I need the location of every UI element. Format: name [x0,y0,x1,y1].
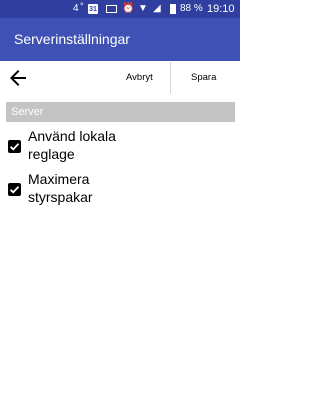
action-toolbar: Avbryt Spara [0,61,240,97]
app-bar: Serverinställningar [0,18,240,61]
signal-icon: ◢ [153,3,161,14]
save-button[interactable]: Spara [191,61,216,97]
battery-icon [170,4,176,14]
back-button[interactable] [6,66,30,90]
option-label: Maximera styrspakar [28,170,228,206]
section-header-server: Server [6,102,235,122]
mail-icon [106,5,117,13]
page-title: Serverinställningar [14,31,130,47]
option-use-local-controls[interactable]: Använd lokala reglage [8,127,233,167]
option-label-line2: reglage [28,146,75,162]
checkmark-icon [9,143,20,151]
option-maximize-joysticks[interactable]: Maximera styrspakar [8,170,233,210]
wifi-icon: ▼ [138,3,148,14]
network-type-icon: ° [80,1,84,11]
checkbox-use-local-controls[interactable] [8,140,21,153]
status-bar: 4 ° 31 ⏰ ▼ ◢ 88 % 19:10 [0,0,240,18]
option-label-line2: styrspakar [28,189,93,205]
alarm-icon: ⏰ [122,3,135,14]
clock: 19:10 [207,3,235,15]
checkmark-icon [9,186,20,194]
network-indicator: 4 [73,3,79,14]
option-label-line1: Använd lokala [28,128,116,144]
toolbar-divider [170,62,171,94]
option-label: Använd lokala reglage [28,127,228,163]
option-label-line1: Maximera [28,171,90,187]
battery-percent: 88 % [180,3,203,14]
calendar-icon: 31 [88,4,98,14]
back-arrow-icon [10,70,26,86]
checkbox-maximize-joysticks[interactable] [8,183,21,196]
cancel-button[interactable]: Avbryt [126,61,153,97]
